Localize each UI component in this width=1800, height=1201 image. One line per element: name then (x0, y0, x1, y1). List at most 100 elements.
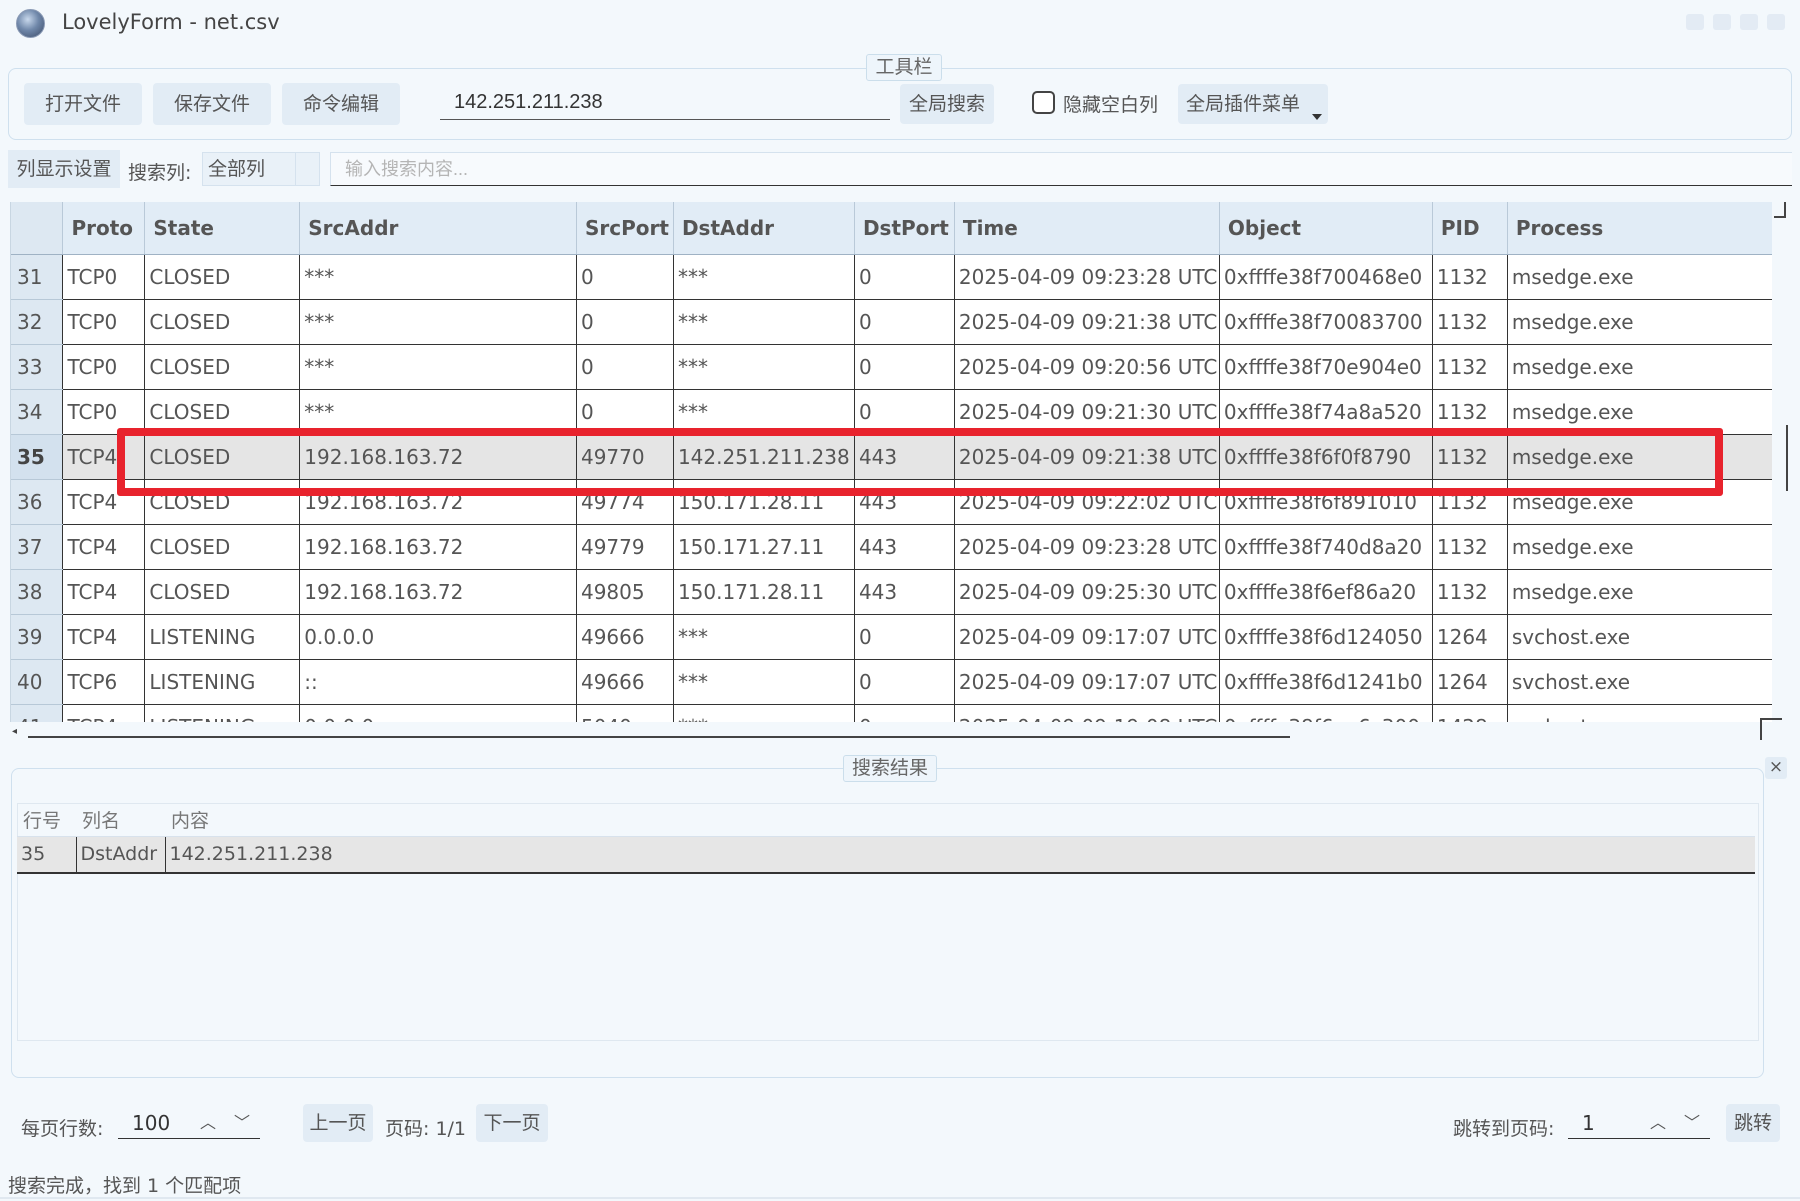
table-cell[interactable]: 0 (575, 389, 674, 435)
column-header[interactable]: PID (1431, 202, 1508, 255)
table-cell[interactable]: 1132 (1431, 254, 1508, 300)
column-header[interactable]: Object (1218, 202, 1433, 255)
table-cell[interactable]: 0xffffe38f6f0f8790 (1218, 434, 1433, 480)
table-cell[interactable]: 2025-04-09 09:23:28 UTC (953, 254, 1220, 300)
minimize-button[interactable] (1686, 14, 1704, 30)
table-row[interactable]: 33 TCP0 CLOSED *** 0 *** 0 2025-04-09 09:20:56 … (11, 344, 1772, 390)
plugin-menu-button[interactable]: 全局插件菜单 (1178, 84, 1328, 124)
table-cell[interactable]: msedge.exe (1506, 389, 1772, 435)
table-cell[interactable]: msedge.exe (1506, 569, 1772, 615)
table-cell[interactable]: 1264 (1431, 659, 1508, 705)
chevron-up-icon[interactable]: ︿ (1650, 1107, 1666, 1139)
table-cell[interactable]: 443 (853, 569, 955, 615)
row-number[interactable]: 37 (11, 524, 63, 570)
table-cell[interactable]: TCP4 (62, 569, 145, 615)
column-header[interactable]: DstAddr (672, 202, 855, 255)
table-cell[interactable]: 443 (853, 479, 955, 525)
table-row[interactable]: 31 TCP0 CLOSED *** 0 *** 0 2025-04-09 09:23:28 … (11, 254, 1772, 300)
horizontal-scrollbar[interactable]: ◂ (10, 724, 1290, 740)
table-cell[interactable]: 2025-04-09 09:23:28 UTC (953, 524, 1220, 570)
jump-page-spinner[interactable]: 1 ︿ ﹀ (1568, 1107, 1710, 1139)
table-cell[interactable]: LISTENING (144, 614, 300, 660)
table-cell[interactable]: 192.168.163.72 (299, 479, 577, 525)
table-cell[interactable]: 192.168.163.72 (299, 434, 577, 480)
table-cell[interactable]: msedge.exe (1506, 479, 1772, 525)
table-cell[interactable]: 2025-04-09 09:17:07 UTC (953, 614, 1220, 660)
table-cell[interactable]: 0xffffe38f6d124050 (1218, 614, 1433, 660)
row-number[interactable]: 36 (11, 479, 63, 525)
row-header-corner[interactable] (11, 202, 63, 255)
table-cell[interactable]: 142.251.211.238 (672, 434, 855, 480)
column-header[interactable]: DstPort (853, 202, 955, 255)
table-cell[interactable]: 0xffffe38f6d1241b0 (1218, 659, 1433, 705)
table-cell[interactable]: CLOSED (144, 344, 300, 390)
table-cell[interactable]: 2025-04-09 09:19:08 UTC (953, 704, 1220, 722)
table-row[interactable]: 36 TCP4 CLOSED 192.168.163.72 49774 150.171.2… (11, 479, 1772, 525)
table-cell[interactable]: *** (299, 389, 577, 435)
row-number[interactable]: 34 (11, 389, 63, 435)
table-cell[interactable]: *** (672, 614, 855, 660)
table-row[interactable]: 40 TCP6 LISTENING:: 49666 *** 0 2025-04-09 09:… (11, 659, 1772, 705)
table-cell[interactable]: CLOSED (144, 569, 300, 615)
close-window-button[interactable] (1767, 14, 1785, 30)
column-settings-button[interactable]: 列显示设置 (8, 150, 120, 188)
table-cell[interactable]: 49666 (575, 659, 674, 705)
table-cell[interactable]: 49805 (575, 569, 674, 615)
table-cell[interactable]: 0 (853, 389, 955, 435)
table-cell[interactable]: 5040 (575, 704, 674, 722)
column-header[interactable]: SrcAddr (299, 202, 577, 255)
table-cell[interactable]: 0 (853, 299, 955, 345)
table-cell[interactable]: 0xffffe38f6f891010 (1218, 479, 1433, 525)
table-cell[interactable]: LISTENING (144, 704, 300, 722)
row-number[interactable]: 41 (11, 704, 63, 722)
table-cell[interactable]: *** (672, 659, 855, 705)
close-results-button[interactable]: × (1765, 757, 1787, 779)
table-cell[interactable]: 0xffffe38f700468e0 (1218, 254, 1433, 300)
search-content-input[interactable] (330, 152, 1792, 186)
table-cell[interactable]: 0 (575, 254, 674, 300)
table-row[interactable]: 37 TCP4 CLOSED 192.168.163.72 49779 150.171.2… (11, 524, 1772, 570)
global-search-button[interactable]: 全局搜索 (900, 84, 994, 124)
row-number[interactable]: 40 (11, 659, 63, 705)
table-cell[interactable]: CLOSED (144, 299, 300, 345)
table-cell[interactable]: *** (672, 254, 855, 300)
chevron-down-icon[interactable]: ﹀ (1684, 1107, 1700, 1139)
table-row[interactable]: 38 TCP4 CLOSED 192.168.163.72 49805 150.171.2… (11, 569, 1772, 615)
table-cell[interactable]: 49779 (575, 524, 674, 570)
table-cell[interactable]: TCP6 (62, 659, 145, 705)
table-cell[interactable]: CLOSED (144, 524, 300, 570)
table-cell[interactable]: svchost.exe (1506, 659, 1772, 705)
table-cell[interactable]: *** (672, 389, 855, 435)
row-number[interactable]: 35 (11, 434, 63, 480)
table-cell[interactable]: 0xffffe38f6ef86a20 (1218, 569, 1433, 615)
table-cell[interactable]: 2025-04-09 09:25:30 UTC (953, 569, 1220, 615)
prev-page-button[interactable]: 上一页 (303, 1104, 373, 1142)
table-cell[interactable]: 0xffffe38f740d8a20 (1218, 524, 1433, 570)
table-cell[interactable]: 0xffffe38f74a8a520 (1218, 389, 1433, 435)
table-cell[interactable]: 2025-04-09 09:20:56 UTC (953, 344, 1220, 390)
table-cell[interactable]: CLOSED (144, 434, 300, 480)
table-cell[interactable]: CLOSED (144, 389, 300, 435)
column-header[interactable]: State (144, 202, 300, 255)
rows-per-page-spinner[interactable]: 100 ︿ ﹀ (118, 1107, 260, 1139)
table-cell[interactable]: 443 (853, 434, 955, 480)
row-number[interactable]: 33 (11, 344, 63, 390)
results-row[interactable]: 35 DstAddr 142.251.211.238 (17, 836, 1755, 874)
chevron-up-icon[interactable]: ︿ (200, 1107, 216, 1139)
table-cell[interactable]: 443 (853, 524, 955, 570)
table-cell[interactable]: 0 (575, 344, 674, 390)
table-cell[interactable]: :: (299, 659, 577, 705)
row-number[interactable]: 32 (11, 299, 63, 345)
table-cell[interactable]: 1264 (1431, 614, 1508, 660)
results-column-header[interactable]: 内容 (165, 803, 1755, 837)
hide-empty-columns-checkbox[interactable] (1032, 91, 1055, 114)
table-cell[interactable]: 0.0.0.0 (299, 704, 577, 722)
restore-button[interactable] (1740, 14, 1758, 30)
table-cell[interactable]: 0 (853, 659, 955, 705)
scroll-left-icon[interactable]: ◂ (12, 726, 17, 737)
open-file-button[interactable]: 打开文件 (24, 83, 142, 125)
table-cell[interactable]: svchost.exe (1506, 614, 1772, 660)
horizontal-scroll-thumb[interactable] (28, 724, 1290, 738)
result-content-cell[interactable]: 142.251.211.238 (164, 836, 1755, 874)
table-cell[interactable]: 49770 (575, 434, 674, 480)
